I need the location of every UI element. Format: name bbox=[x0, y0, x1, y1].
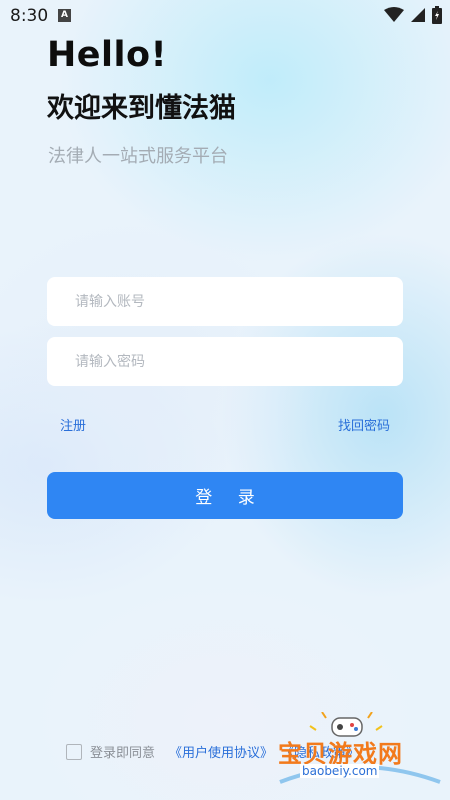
password-input[interactable] bbox=[47, 337, 403, 386]
watermark: 宝贝游戏网 baobeiy.com bbox=[270, 712, 445, 790]
watermark-url: baobeiy.com bbox=[300, 764, 380, 778]
subtitle: 法律人一站式服务平台 bbox=[48, 146, 228, 167]
status-icons bbox=[384, 6, 442, 24]
battery-icon bbox=[432, 6, 442, 24]
status-bar: 8:30 A bbox=[0, 0, 450, 32]
status-time: 8:30 bbox=[10, 6, 49, 26]
user-agreement-link[interactable]: 《用户使用协议》 bbox=[169, 742, 273, 761]
register-link[interactable]: 注册 bbox=[60, 415, 86, 434]
agreement-prefix: 登录即同意 bbox=[90, 746, 156, 761]
agreement-checkbox[interactable] bbox=[66, 743, 82, 760]
login-button[interactable]: 登 录 bbox=[47, 472, 403, 519]
account-input[interactable] bbox=[47, 277, 403, 326]
notification-a-icon: A bbox=[58, 9, 71, 22]
forgot-password-link[interactable]: 找回密码 bbox=[338, 415, 390, 434]
cellular-signal-icon bbox=[411, 8, 425, 22]
wifi-icon bbox=[384, 7, 404, 22]
greeting-title: Hello! bbox=[47, 35, 168, 75]
welcome-heading: 欢迎来到懂法猫 bbox=[47, 93, 236, 124]
